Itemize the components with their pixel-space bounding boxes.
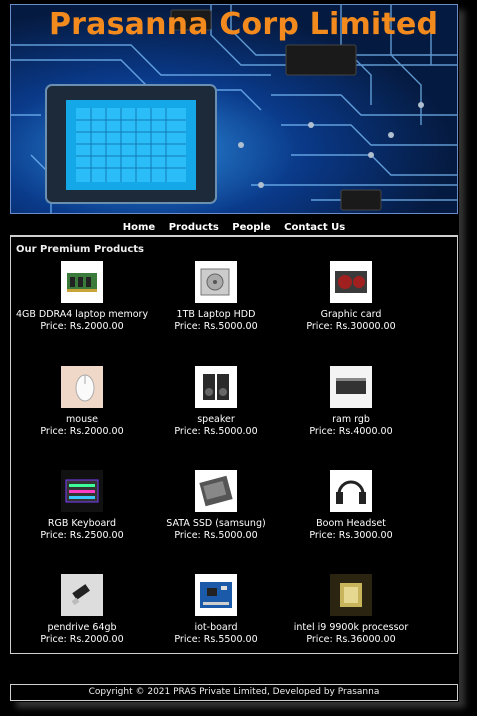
product-price: Price: Rs.5000.00 bbox=[174, 426, 258, 437]
product-card: iot-board Price: Rs.5500.00 bbox=[141, 574, 291, 646]
product-price: Price: Rs.2000.00 bbox=[40, 321, 124, 332]
product-image[interactable] bbox=[61, 366, 103, 408]
product-price: Price: Rs.2000.00 bbox=[40, 426, 124, 437]
products-section: Our Premium Products 4GB DDRA4 laptop me… bbox=[10, 235, 458, 654]
nav-products[interactable]: Products bbox=[169, 222, 219, 233]
page-container: Prasanna Corp Limited Home Products Peop… bbox=[10, 4, 459, 702]
product-name: 1TB Laptop HDD bbox=[176, 309, 256, 320]
product-name: RGB Keyboard bbox=[47, 518, 117, 529]
nav-home[interactable]: Home bbox=[123, 222, 155, 233]
product-card: RGB Keyboard Price: Rs.2500.00 bbox=[7, 470, 157, 542]
product-name: pendrive 64gb bbox=[47, 622, 117, 633]
product-card: mouse Price: Rs.2000.00 bbox=[7, 366, 157, 438]
nav-people[interactable]: People bbox=[232, 222, 270, 233]
graphics-card-icon bbox=[335, 271, 367, 293]
footer: Copyright © 2021 PRAS Private Limited, D… bbox=[10, 684, 458, 701]
keyboard-icon bbox=[61, 470, 103, 512]
product-card: Boom Headset Price: Rs.3000.00 bbox=[276, 470, 426, 542]
product-image[interactable] bbox=[195, 261, 237, 303]
product-name: Boom Headset bbox=[316, 518, 386, 529]
product-image[interactable] bbox=[61, 574, 103, 616]
product-price: Price: Rs.5500.00 bbox=[174, 634, 258, 645]
speaker-icon bbox=[203, 374, 229, 400]
product-name: ram rgb bbox=[332, 414, 370, 425]
product-price: Price: Rs.2500.00 bbox=[40, 530, 124, 541]
ram-module-icon bbox=[67, 273, 97, 292]
product-image[interactable] bbox=[330, 574, 372, 616]
rgb-ram-icon bbox=[330, 366, 372, 408]
ssd-icon bbox=[199, 475, 233, 507]
section-title: Our Premium Products bbox=[16, 244, 145, 255]
product-name: SATA SSD (samsung) bbox=[166, 518, 266, 529]
product-card: pendrive 64gb Price: Rs.2000.00 bbox=[7, 574, 157, 646]
product-price: Price: Rs.5000.00 bbox=[174, 321, 258, 332]
product-price: Price: Rs.4000.00 bbox=[309, 426, 393, 437]
product-name: intel i9 9900k processor bbox=[293, 622, 409, 633]
product-image[interactable] bbox=[330, 261, 372, 303]
usb-drive-icon bbox=[61, 574, 103, 616]
product-card: Graphic card Price: Rs.30000.00 bbox=[276, 261, 426, 333]
product-card: ram rgb Price: Rs.4000.00 bbox=[276, 366, 426, 438]
product-image[interactable] bbox=[330, 470, 372, 512]
product-card: 1TB Laptop HDD Price: Rs.5000.00 bbox=[141, 261, 291, 333]
product-price: Price: Rs.30000.00 bbox=[306, 321, 396, 332]
nav-contact-us[interactable]: Contact Us bbox=[284, 222, 345, 233]
product-image[interactable] bbox=[195, 366, 237, 408]
headset-icon bbox=[336, 480, 366, 504]
product-image[interactable] bbox=[195, 574, 237, 616]
product-image[interactable] bbox=[61, 261, 103, 303]
product-name: speaker bbox=[197, 414, 235, 425]
hard-drive-icon bbox=[200, 268, 230, 296]
site-title: Prasanna Corp Limited bbox=[49, 7, 439, 42]
product-name: 4GB DDRA4 laptop memory bbox=[15, 309, 149, 320]
product-price: Price: Rs.3000.00 bbox=[309, 530, 393, 541]
product-card: 4GB DDRA4 laptop memory Price: Rs.2000.00 bbox=[7, 261, 157, 333]
product-card: intel i9 9900k processor Price: Rs.36000.… bbox=[276, 574, 426, 646]
product-price: Price: Rs.5000.00 bbox=[174, 530, 258, 541]
product-name: mouse bbox=[66, 414, 98, 425]
product-name: Graphic card bbox=[320, 309, 382, 320]
mouse-icon bbox=[61, 366, 103, 408]
product-image[interactable] bbox=[61, 470, 103, 512]
product-card: SATA SSD (samsung) Price: Rs.5000.00 bbox=[141, 470, 291, 542]
product-image[interactable] bbox=[330, 366, 372, 408]
product-name: iot-board bbox=[194, 622, 238, 633]
header-banner: Prasanna Corp Limited bbox=[10, 4, 458, 214]
circuit-board-icon bbox=[200, 582, 232, 608]
product-card: speaker Price: Rs.5000.00 bbox=[141, 366, 291, 438]
processor-icon bbox=[330, 574, 372, 616]
product-price: Price: Rs.2000.00 bbox=[40, 634, 124, 645]
product-price: Price: Rs.36000.00 bbox=[306, 634, 396, 645]
product-image[interactable] bbox=[195, 470, 237, 512]
